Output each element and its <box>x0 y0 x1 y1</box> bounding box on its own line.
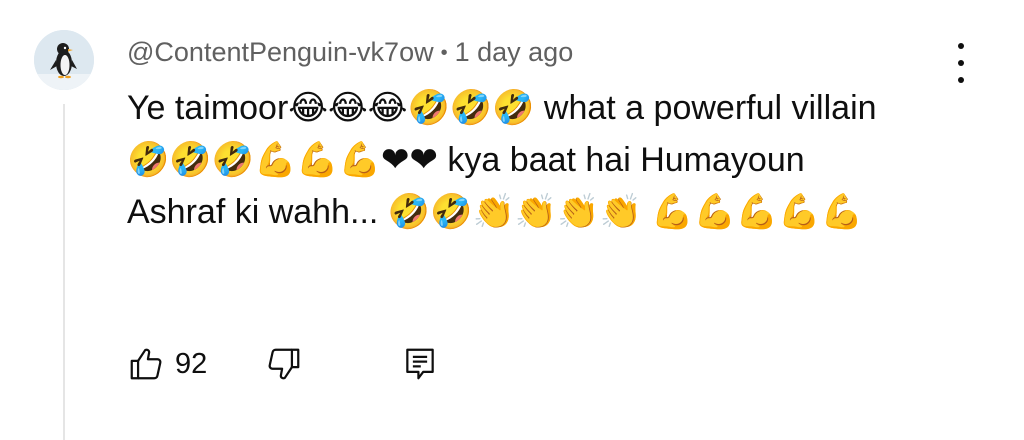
author-handle[interactable]: @ContentPenguin-vk7ow <box>127 37 434 67</box>
like-button[interactable]: 92 <box>127 345 207 383</box>
kebab-dot <box>958 77 964 83</box>
comment-time[interactable]: 1 day ago <box>455 37 574 67</box>
penguin-icon <box>34 30 94 90</box>
reply-comment-icon <box>406 348 435 380</box>
more-options-button[interactable] <box>950 43 972 83</box>
author-avatar[interactable] <box>34 30 94 90</box>
comment-text: Ye taimoor😂😂😂🤣🤣🤣 what a powerful villain… <box>127 89 886 231</box>
kebab-dot <box>958 60 964 66</box>
separator-dot: • <box>440 42 448 64</box>
dislike-button[interactable] <box>265 345 303 383</box>
comment-card: @ContentPenguin-vk7ow • 1 day ago Ye taimo… <box>0 0 1024 440</box>
kebab-menu-icon <box>958 43 964 49</box>
comment-actions: 92 <box>127 344 439 384</box>
like-count: 92 <box>175 347 208 380</box>
thread-line <box>63 104 65 440</box>
thumbs-up-icon <box>130 348 162 380</box>
thumbs-down-icon <box>268 348 300 380</box>
reply-button[interactable] <box>401 345 439 383</box>
comment-header: @ContentPenguin-vk7ow • 1 day ago <box>127 33 573 72</box>
